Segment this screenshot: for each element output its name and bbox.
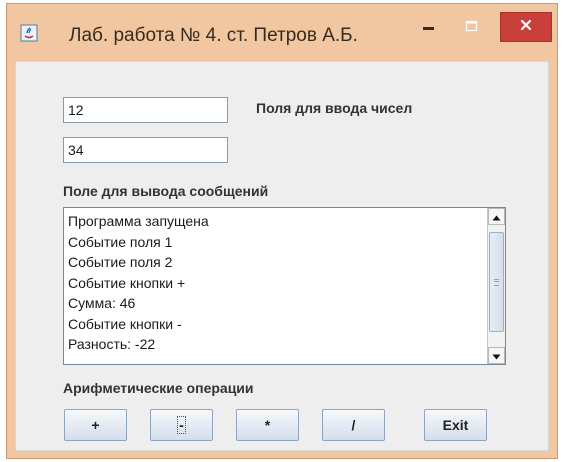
divide-button[interactable]: / [322, 409, 385, 441]
exit-button[interactable]: Exit [424, 409, 487, 441]
title-bar[interactable]: Лаб. работа № 4. ст. Петров А.Б. [7, 4, 557, 59]
maximize-icon [465, 20, 479, 39]
scroll-up-button[interactable] [488, 208, 505, 225]
add-button[interactable]: + [64, 409, 127, 441]
multiply-button[interactable]: * [236, 409, 299, 441]
messages-output-area[interactable]: Программа запущена Событие поля 1 Событи… [63, 207, 506, 365]
content-panel: 12 34 Поля для ввода чисел Поле для выво… [15, 61, 549, 451]
first-number-field[interactable]: 12 [63, 97, 228, 123]
maximize-button[interactable] [452, 12, 492, 46]
close-icon [519, 18, 533, 37]
number-fields-label: Поля для ввода чисел [256, 100, 413, 116]
arrow-down-icon [492, 347, 501, 365]
operations-label: Арифметические операции [63, 380, 254, 396]
vertical-scrollbar[interactable] [487, 208, 505, 364]
message-line: Разность: -22 [68, 336, 156, 352]
scroll-thumb[interactable] [489, 232, 504, 332]
message-line: Событие поля 2 [68, 254, 173, 270]
message-line: Событие кнопки + [68, 274, 186, 291]
arrow-up-icon [492, 208, 501, 226]
grip-icon [494, 279, 499, 286]
minimize-icon [422, 20, 436, 39]
minimize-button[interactable] [409, 12, 449, 46]
subtract-button[interactable]: - [150, 409, 213, 441]
close-button[interactable] [500, 12, 552, 42]
window-title: Лаб. работа № 4. ст. Петров А.Б. [69, 25, 358, 46]
subtract-button-label: - [177, 416, 186, 434]
app-window: Лаб. работа № 4. ст. Петров А.Б. 12 34 П… [6, 3, 558, 459]
messages-text: Программа запущена Событие поля 1 Событи… [68, 211, 478, 355]
message-line: Событие поля 1 [68, 233, 173, 250]
java-app-icon [20, 24, 38, 42]
messages-label: Поле для вывода сообщений [63, 183, 269, 199]
message-line: Программа запущена [68, 213, 209, 229]
message-line: Событие кнопки - [68, 315, 182, 332]
message-line: Сумма: 46 [68, 295, 136, 311]
second-number-field[interactable]: 34 [63, 137, 228, 163]
scroll-down-button[interactable] [488, 347, 505, 364]
